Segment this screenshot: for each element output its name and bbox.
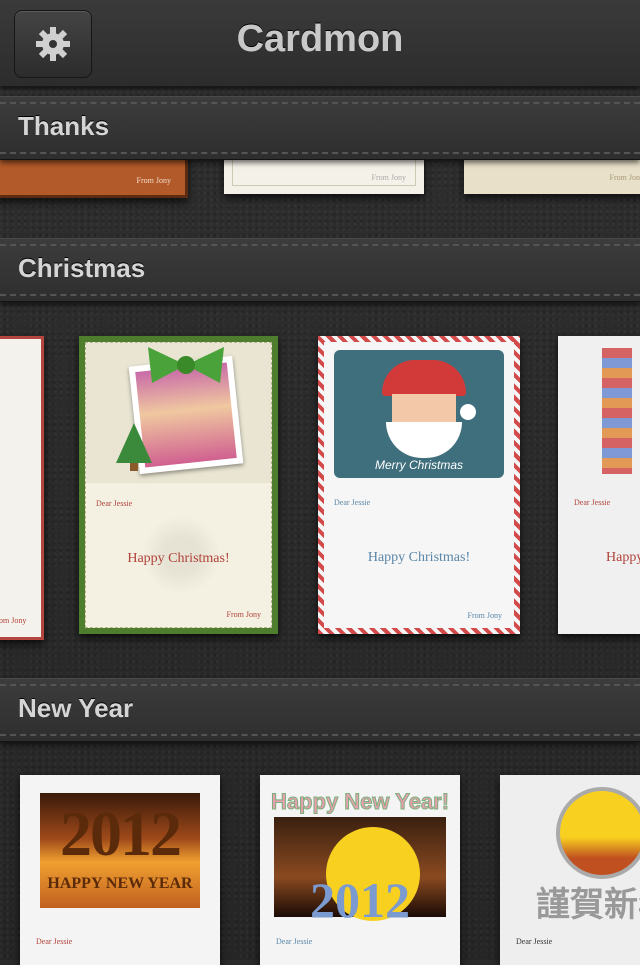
sun-circle xyxy=(556,787,640,879)
christmas-card[interactable]: om Jony xyxy=(0,336,44,640)
reindeer-pattern xyxy=(602,348,632,474)
hat-pompom xyxy=(460,404,476,420)
app-title: Cardmon xyxy=(236,18,404,60)
christmas-card[interactable]: Dear Jessie Happy xyxy=(558,336,640,634)
kanji-greeting: 謹賀新年 xyxy=(536,886,640,924)
santa-beard xyxy=(386,422,462,458)
section-header-new-year[interactable]: New Year xyxy=(0,678,640,742)
card-inner: Dear Jessie Happy Christmas! From Jony xyxy=(85,342,272,628)
section-header-christmas[interactable]: Christmas xyxy=(0,238,640,302)
christmas-card[interactable]: Dear Jessie Happy Christmas! From Jony xyxy=(79,336,278,634)
card-inner: Merry Christmas Dear Jessie Happy Christ… xyxy=(324,342,514,628)
newyear-card[interactable]: 2012 HAPPY NEW YEAR Dear Jessie xyxy=(20,775,220,965)
card-overlay-text: Merry Christmas xyxy=(374,458,463,472)
navigation-bar: Cardmon xyxy=(0,0,640,87)
headline: Happy New Year! xyxy=(270,789,450,815)
section-title: Thanks xyxy=(18,111,110,141)
newyear-card[interactable]: Happy New Year! 2012 Dear Jessie xyxy=(260,775,460,965)
photo-area: Merry Christmas xyxy=(334,350,504,478)
christmas-card[interactable]: Merry Christmas Dear Jessie Happy Christ… xyxy=(318,336,520,634)
section-title: Christmas xyxy=(18,253,146,283)
newyear-card[interactable]: 謹賀新年 Dear Jessie xyxy=(500,775,640,965)
bow-icon xyxy=(148,347,224,383)
tree-icon xyxy=(116,423,152,471)
section-header-thanks[interactable]: Thanks xyxy=(0,96,640,160)
santa-hat xyxy=(382,360,466,396)
section-title: New Year xyxy=(18,693,134,723)
